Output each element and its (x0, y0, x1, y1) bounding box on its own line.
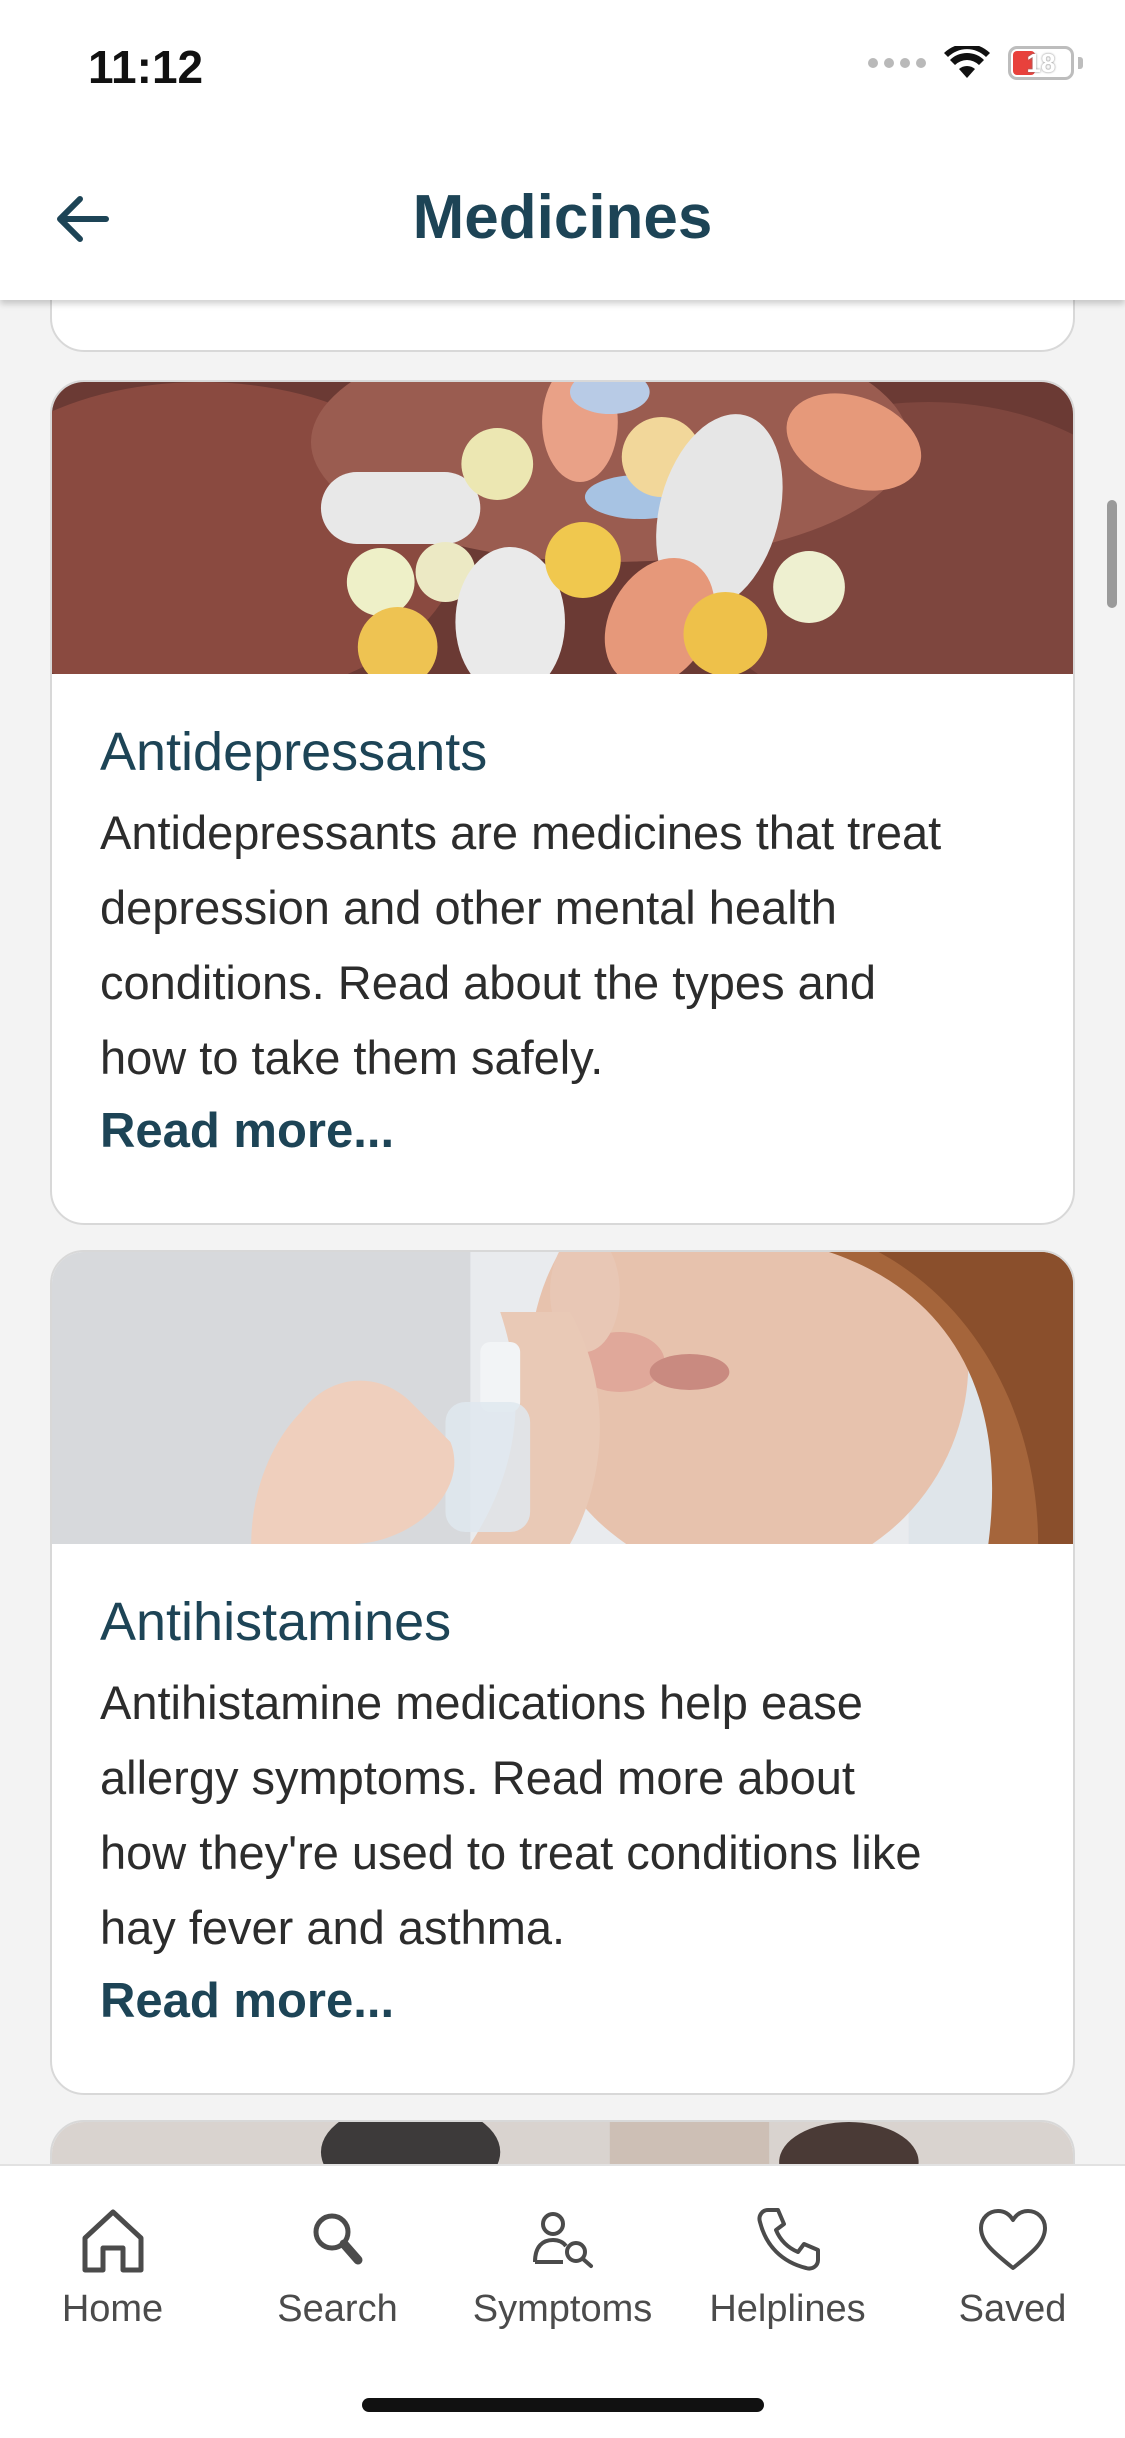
card-description: Antihistamine medications help ease alle… (100, 1675, 922, 1954)
tab-label: Search (277, 2288, 398, 2330)
card-title: Antihistamines (100, 1592, 452, 1652)
wifi-icon (944, 46, 990, 78)
scroll-indicator[interactable] (1107, 500, 1117, 608)
battery-icon: 18 (1008, 46, 1074, 80)
tab-symptoms[interactable]: Symptoms (450, 2200, 675, 2331)
home-icon (82, 2209, 143, 2273)
medicine-card-antihistamines[interactable]: Antihistamines Antihistamine medications… (50, 1250, 1075, 2095)
tab-saved[interactable]: Saved (900, 2200, 1125, 2331)
medicine-card-partial-next[interactable] (50, 2120, 1075, 2164)
medicine-card-partial[interactable] (50, 300, 1075, 352)
status-time: 11:12 (88, 41, 204, 93)
search-icon (313, 2213, 362, 2265)
read-more-link[interactable]: Read more... (100, 1103, 394, 1159)
nasal-spray-image (52, 1252, 1073, 1544)
heart-icon (978, 2209, 1047, 2270)
medicine-card-antidepressants[interactable]: Antidepressants Antidepressants are medi… (50, 380, 1075, 1225)
battery-level: 18 (1026, 47, 1056, 78)
phone-icon (757, 2208, 820, 2271)
tab-label: Symptoms (472, 2288, 653, 2330)
home-indicator (362, 2398, 764, 2412)
tab-search[interactable]: Search (225, 2200, 450, 2331)
tab-home[interactable]: Home (0, 2200, 225, 2331)
page-title: Medicines (412, 183, 713, 252)
status-bar: 11:12 18 (0, 0, 1125, 140)
tab-label: Home (61, 2288, 164, 2330)
cellular-signal-icon (868, 58, 926, 68)
status-icons: 18 (868, 46, 1083, 80)
symptoms-icon (532, 2212, 593, 2268)
card-title: Antidepressants (100, 722, 488, 782)
card-image (52, 2122, 1073, 2164)
tab-bar: Home Search Symptoms Helplines Saved (0, 2164, 1125, 2438)
read-more-link[interactable]: Read more... (100, 1973, 394, 2029)
pills-image (52, 382, 1073, 674)
card-description: Antidepressants are medicines that treat… (100, 805, 942, 1084)
navigation-header: Medicines (0, 140, 1125, 300)
medicines-list[interactable]: Antidepressants Antidepressants are medi… (0, 300, 1125, 2164)
battery-cap (1078, 57, 1083, 69)
tab-label: Saved (958, 2288, 1067, 2330)
tab-helplines[interactable]: Helplines (675, 2200, 900, 2331)
tab-label: Helplines (709, 2288, 866, 2330)
